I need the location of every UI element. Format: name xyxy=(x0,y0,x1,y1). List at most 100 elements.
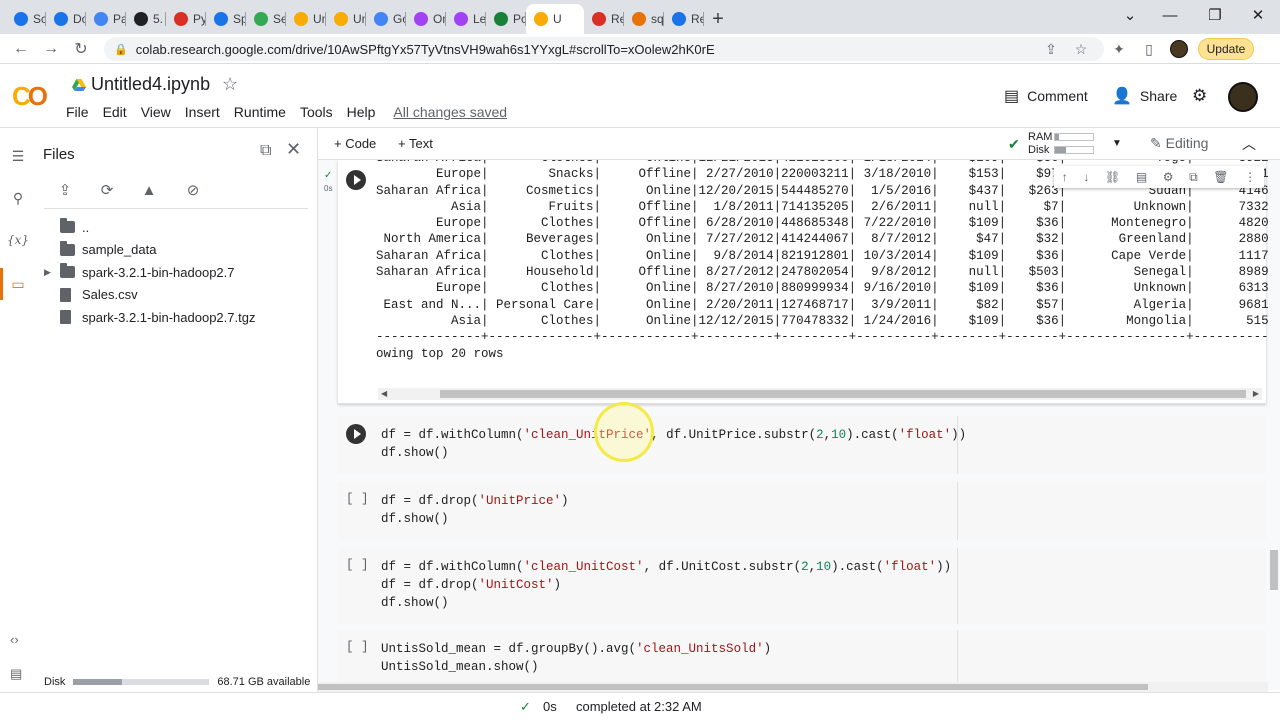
colab-logo[interactable]: CO xyxy=(12,82,54,110)
comment-icon[interactable]: ▤ xyxy=(1136,170,1147,184)
file-tree-item[interactable]: sample_data xyxy=(44,239,156,261)
code-snippets-icon[interactable]: ‹› xyxy=(10,632,19,647)
reload-icon[interactable]: ↻ xyxy=(66,35,96,63)
browser-tab[interactable]: PySp xyxy=(166,4,206,34)
browser-tab[interactable]: Reac xyxy=(584,4,624,34)
move-up-arrow-icon[interactable]: ↑ xyxy=(1062,170,1068,184)
mount-drive-icon[interactable]: ▲ xyxy=(138,180,160,200)
browser-tab[interactable]: Goo xyxy=(366,4,406,34)
share-button[interactable]: 👤 Share xyxy=(1112,86,1177,106)
browser-tab[interactable]: Untit xyxy=(326,4,366,34)
expand-caret-icon[interactable]: ▶ xyxy=(44,267,60,278)
code-text[interactable]: df = df.drop('UnitPrice') df.show() xyxy=(381,492,569,528)
menu-help[interactable]: Help xyxy=(347,104,376,120)
code-text[interactable]: UntisSold_mean = df.groupBy().avg('clean… xyxy=(381,640,771,676)
bookmark-star-icon[interactable]: ☆ xyxy=(1068,37,1094,61)
tab-search-chevron-icon[interactable]: ⌄ xyxy=(1110,0,1150,30)
open-in-tab-icon[interactable]: ⧉ xyxy=(260,142,271,160)
editing-mode-button[interactable]: ✎ Editing xyxy=(1150,135,1208,152)
browser-tab[interactable]: Rear xyxy=(664,4,704,34)
share-page-icon[interactable]: ⇪ xyxy=(1038,37,1064,61)
menu-file[interactable]: File xyxy=(66,104,89,120)
file-tree-item[interactable]: .. xyxy=(44,216,89,238)
link-icon[interactable]: ⛓ xyxy=(1105,170,1120,184)
address-bar[interactable]: 🔒 colab.research.google.com/drive/10AwSP… xyxy=(104,37,1104,61)
terminal-icon[interactable]: ▤ xyxy=(10,666,22,682)
browser-tab[interactable]: Dow xyxy=(46,4,86,34)
browser-tab[interactable]: Untit xyxy=(286,4,326,34)
notebook-scroll-thumb[interactable] xyxy=(1270,550,1278,590)
minimize-window-icon[interactable]: — xyxy=(1150,0,1190,30)
browser-tab[interactable]: 5. Pr xyxy=(126,4,166,34)
comment-button[interactable]: ▤ Comment xyxy=(1004,86,1088,106)
maximize-window-icon[interactable]: ❐ xyxy=(1195,0,1235,30)
scroll-right-arrow-icon[interactable]: ▶ xyxy=(1253,388,1259,400)
run-cell-button[interactable] xyxy=(346,170,366,190)
browser-tab[interactable]: Spar xyxy=(206,4,246,34)
file-tree-item[interactable]: ▶ spark-3.2.1-bin-hadoop2.7 xyxy=(44,261,235,283)
menu-insert[interactable]: Insert xyxy=(185,104,220,120)
notebook-vertical-scrollbar[interactable] xyxy=(1268,160,1280,690)
cell-run-bracket[interactable]: [ ] xyxy=(346,640,369,654)
cell-run-bracket[interactable]: [ ] xyxy=(346,492,369,506)
run-cell-button[interactable] xyxy=(346,424,366,444)
save-status-link[interactable]: All changes saved xyxy=(393,104,507,120)
code-cell[interactable]: df = df.withColumn('clean_UnitPrice', df… xyxy=(338,416,1266,474)
search-icon[interactable]: ⚲ xyxy=(8,188,28,208)
browser-tab[interactable]: Pano xyxy=(86,4,126,34)
cell-settings-gear-icon[interactable]: ⚙ xyxy=(1163,170,1174,184)
browser-tab[interactable]: Lear xyxy=(446,4,486,34)
file-tree-item[interactable]: Sales.csv xyxy=(44,284,138,306)
hide-files-icon[interactable]: ⊘ xyxy=(182,180,204,200)
browser-tab[interactable]: Pow xyxy=(486,4,526,34)
close-panel-icon[interactable]: ✕ xyxy=(286,139,301,160)
move-down-arrow-icon[interactable]: ↓ xyxy=(1083,170,1089,184)
table-of-contents-icon[interactable]: ☰ xyxy=(8,146,28,166)
file-tree-item[interactable]: spark-3.2.1-bin-hadoop2.7.tgz xyxy=(44,306,255,328)
menu-view[interactable]: View xyxy=(141,104,171,120)
collapse-header-chevron-icon[interactable]: ︿ xyxy=(1242,134,1256,154)
new-tab-plus-icon[interactable]: + xyxy=(704,4,732,34)
ram-disk-indicator[interactable]: RAM Disk xyxy=(1028,130,1094,156)
add-code-cell-button[interactable]: + Code xyxy=(334,136,376,151)
code-text[interactable]: df = df.withColumn('clean_UnitCost', df.… xyxy=(381,558,951,612)
code-cell[interactable]: [ ] df = df.drop('UnitPrice') df.show() xyxy=(338,482,1266,540)
back-arrow-icon[interactable]: ← xyxy=(6,35,36,63)
menu-edit[interactable]: Edit xyxy=(103,104,127,120)
browser-tab[interactable]: U xyxy=(526,4,584,34)
menu-runtime[interactable]: Runtime xyxy=(234,104,286,120)
variables-icon[interactable]: {x} xyxy=(7,230,29,250)
upload-file-icon[interactable]: ⇪ xyxy=(54,180,76,200)
refresh-folder-icon[interactable]: ⟳ xyxy=(96,180,118,200)
extensions-puzzle-icon[interactable]: ✦ xyxy=(1106,37,1132,61)
code-cell[interactable]: [ ] df = df.withColumn('clean_UnitCost', … xyxy=(338,548,1266,624)
cell-run-bracket[interactable]: [ ] xyxy=(346,558,369,572)
output-horizontal-scrollbar[interactable]: ◀ ▶ xyxy=(378,388,1262,400)
side-panel-icon[interactable]: ▯ xyxy=(1136,37,1162,61)
delete-trash-icon[interactable]: 🗑 xyxy=(1213,170,1228,184)
scroll-left-arrow-icon[interactable]: ◀ xyxy=(381,388,387,400)
files-folder-icon[interactable]: ▭ xyxy=(8,274,28,294)
browser-tab[interactable]: sql s xyxy=(624,4,664,34)
close-window-icon[interactable]: ✕ xyxy=(1238,0,1278,30)
code-text[interactable]: df = df.withColumn('clean_UnitPrice', df… xyxy=(381,426,966,462)
notebook-hscroll-thumb[interactable] xyxy=(318,684,1148,690)
code-cell[interactable]: [ ] UntisSold_mean = df.groupBy().avg('cl… xyxy=(338,630,1266,682)
output-scroll-thumb[interactable] xyxy=(440,390,1246,398)
forward-arrow-icon[interactable]: → xyxy=(36,35,66,63)
notebook-title[interactable]: Untitled4.ipynb xyxy=(72,74,210,95)
profile-avatar[interactable] xyxy=(1166,37,1192,61)
browser-tab[interactable]: Onlin xyxy=(406,4,446,34)
add-text-cell-button[interactable]: + Text xyxy=(398,136,433,151)
more-options-icon[interactable]: ⋮ xyxy=(1244,170,1256,184)
notebook-horizontal-scrollbar[interactable] xyxy=(318,682,1268,692)
runtime-dropdown-icon[interactable]: ▼ xyxy=(1112,138,1122,149)
menu-tools[interactable]: Tools xyxy=(300,104,333,120)
mirror-cell-icon[interactable]: ⧉ xyxy=(1189,170,1198,185)
settings-gear-icon[interactable]: ⚙ xyxy=(1192,86,1207,106)
star-notebook-icon[interactable]: ☆ xyxy=(222,74,238,95)
browser-tab[interactable]: Scre xyxy=(6,4,46,34)
update-button[interactable]: Update xyxy=(1198,38,1254,60)
account-avatar[interactable] xyxy=(1228,82,1258,112)
browser-tab[interactable]: Sear xyxy=(246,4,286,34)
